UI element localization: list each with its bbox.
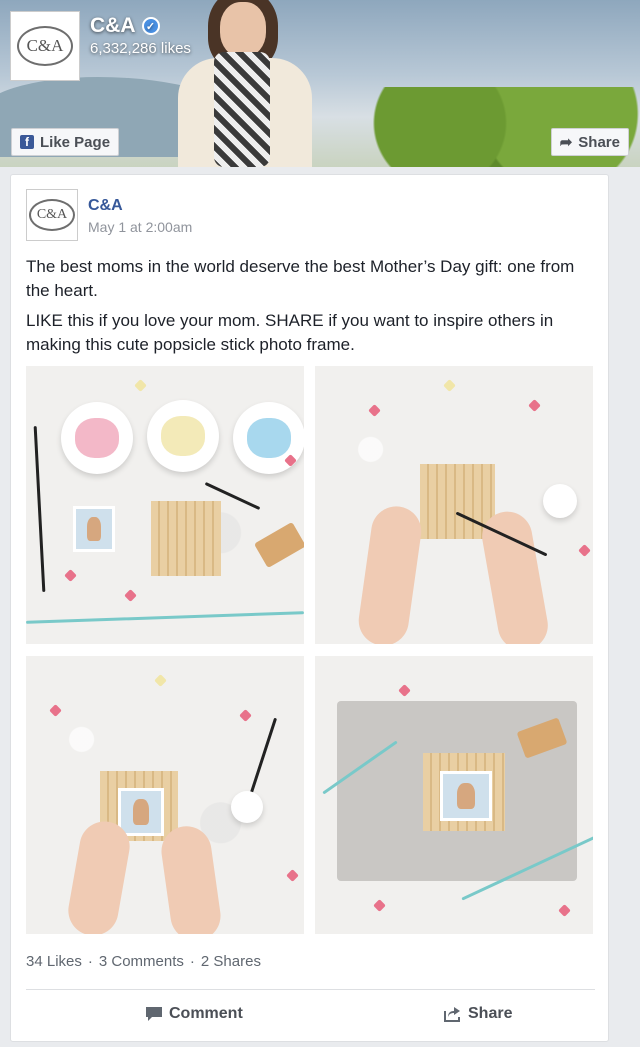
post-text-paragraph: LIKE this if you love your mom. SHARE if… <box>26 311 554 354</box>
post-text-paragraph: The best moms in the world deserve the b… <box>26 257 575 300</box>
cover-model <box>170 0 320 167</box>
action-divider <box>26 989 595 990</box>
page-profile-picture[interactable]: C&A <box>10 11 80 81</box>
page-name[interactable]: C&A ✓ <box>90 14 160 38</box>
post-photo-3[interactable] <box>26 656 304 934</box>
stats-separator: · <box>87 953 93 970</box>
page-likes-count: 6,332,286 likes <box>90 40 191 57</box>
post-photo-4[interactable] <box>315 656 593 934</box>
comment-label: Comment <box>169 1005 243 1022</box>
like-page-button[interactable]: f Like Page <box>11 128 120 156</box>
verified-badge-icon: ✓ <box>141 17 160 35</box>
post-author-avatar[interactable]: C&A <box>26 189 78 241</box>
share-button[interactable]: Share <box>444 1005 512 1023</box>
post-photo-2[interactable] <box>315 366 593 644</box>
post-timestamp[interactable]: May 1 at 2:00am <box>88 219 192 235</box>
page-name-label: C&A <box>90 14 136 37</box>
share-arrow-icon: ➦ <box>559 134 573 151</box>
post-photo-1[interactable] <box>26 366 304 644</box>
like-page-label: Like Page <box>40 133 111 151</box>
share-page-button[interactable]: ➦ Share <box>550 128 629 156</box>
share-page-label: Share <box>578 133 620 151</box>
comment-icon <box>146 1007 162 1021</box>
stats-separator: · <box>189 953 195 970</box>
ca-logo: C&A <box>17 26 73 66</box>
post-text: The best moms in the world deserve the b… <box>26 255 601 363</box>
post-card: C&A C&A May 1 at 2:00am The best moms in… <box>10 174 609 1042</box>
post-author-name[interactable]: C&A <box>88 197 123 215</box>
facebook-icon: f <box>20 135 34 149</box>
comments-count[interactable]: 3 Comments <box>99 953 184 970</box>
ca-logo: C&A <box>29 199 75 231</box>
share-label: Share <box>468 1005 513 1022</box>
post-stats: 34 Likes · 3 Comments · 2 Shares <box>26 953 261 970</box>
comment-button[interactable]: Comment <box>145 1005 243 1023</box>
likes-count[interactable]: 34 Likes <box>26 953 82 970</box>
share-icon <box>444 1007 460 1022</box>
shares-count[interactable]: 2 Shares <box>201 953 261 970</box>
